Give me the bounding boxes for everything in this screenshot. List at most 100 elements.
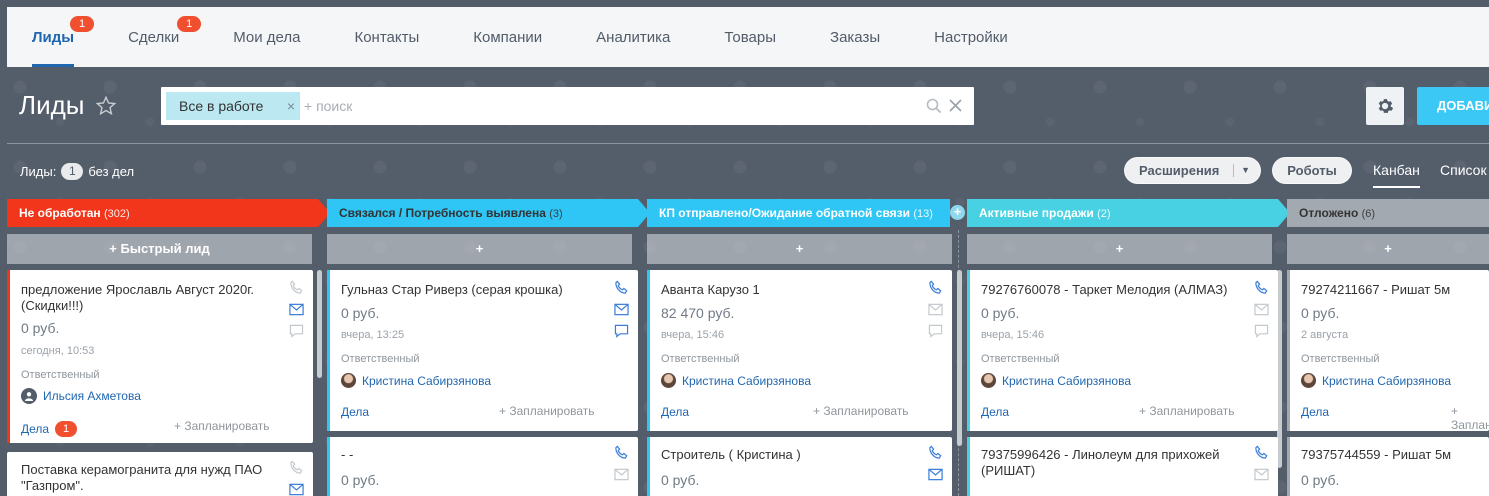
schedule-link[interactable]: + Запланировать: [1451, 404, 1489, 432]
card-title[interactable]: 79276760078 - Таркет Мелодия (АЛМАЗ): [981, 282, 1227, 298]
card-title[interactable]: предложение Ярославль Август 2020г. (Ски…: [21, 282, 271, 314]
card-title[interactable]: Аванта Карузо 1: [661, 282, 760, 298]
lead-card[interactable]: предложение Ярославль Август 2020г. (Ски…: [7, 270, 313, 443]
mail-icon[interactable]: [289, 303, 304, 316]
mail-icon[interactable]: [928, 468, 943, 481]
lead-card[interactable]: - - 0 руб.: [327, 437, 638, 496]
phone-icon[interactable]: [1254, 280, 1269, 295]
add-button[interactable]: ДОБАВИ: [1417, 87, 1489, 125]
view-kanban-tab[interactable]: Канбан: [1373, 162, 1420, 188]
responsible-user[interactable]: Ильсия Ахметова: [21, 388, 141, 404]
responsible-user[interactable]: Кристина Сабирзянова: [341, 373, 491, 388]
lead-card[interactable]: Строитель ( Кристина ) 0 руб.: [647, 437, 952, 496]
card-date: вчера, 13:25: [341, 329, 405, 341]
nav-item-my-tasks[interactable]: Мои дела: [233, 7, 300, 67]
nav-item-companies[interactable]: Компании: [473, 7, 542, 67]
card-title[interactable]: - -: [341, 447, 353, 463]
lead-card[interactable]: 79274211667 - Ришат 5м 0 руб. 2 августа …: [1287, 270, 1489, 432]
nav-label: Сделки: [128, 28, 180, 46]
card-deals[interactable]: Дела: [1301, 405, 1329, 419]
search-icon[interactable]: [926, 98, 942, 114]
nav-item-analytics[interactable]: Аналитика: [596, 7, 670, 67]
column-scrollbar[interactable]: [957, 270, 962, 446]
nav-item-deals[interactable]: Сделки 1: [128, 7, 202, 67]
robots-button[interactable]: Роботы: [1272, 157, 1352, 184]
mail-icon[interactable]: [1254, 468, 1269, 481]
phone-icon[interactable]: [928, 280, 943, 295]
card-title[interactable]: 79274211667 - Ришат 5м: [1301, 282, 1450, 298]
chat-icon[interactable]: [1254, 324, 1269, 338]
phone-icon[interactable]: [614, 445, 629, 460]
mail-icon[interactable]: [928, 303, 943, 316]
phone-icon[interactable]: [289, 280, 304, 295]
card-title[interactable]: 79375996426 - Линолеум для прихожей (РИШ…: [981, 447, 1251, 479]
responsible-user[interactable]: Кристина Сабирзянова: [981, 373, 1131, 388]
column-count: (6): [1361, 208, 1376, 220]
clear-icon[interactable]: [949, 99, 962, 112]
mail-icon[interactable]: [614, 303, 629, 316]
card-deals[interactable]: Дела: [661, 405, 689, 419]
add-card-button[interactable]: +: [1287, 234, 1489, 264]
phone-icon[interactable]: [1254, 445, 1269, 460]
lead-card[interactable]: 79375996426 - Линолеум для прихожей (РИШ…: [967, 437, 1278, 496]
lead-card[interactable]: Аванта Карузо 1 82 470 руб. вчера, 15:46…: [647, 270, 952, 431]
card-deals[interactable]: Дела: [981, 405, 1009, 419]
card-deals[interactable]: Дела 1: [21, 421, 78, 437]
card-title[interactable]: Строитель ( Кристина ): [661, 447, 801, 463]
nav-item-leads[interactable]: Лиды 1: [32, 7, 95, 67]
column-header-postponed[interactable]: Отложено (6): [1287, 199, 1489, 227]
mail-icon[interactable]: [1254, 303, 1269, 316]
chat-icon[interactable]: [928, 324, 943, 338]
phone-icon[interactable]: [614, 280, 629, 295]
add-column-plus-icon[interactable]: +: [950, 205, 965, 220]
search-placeholder[interactable]: + поиск: [304, 98, 352, 114]
responsible-user[interactable]: Кристина Сабирзянова: [1301, 373, 1451, 388]
extensions-button[interactable]: Расширения ▼: [1124, 157, 1261, 184]
nav-item-orders[interactable]: Заказы: [830, 7, 880, 67]
filter-tag[interactable]: Все в работе ×: [166, 92, 300, 120]
schedule-link[interactable]: + Запланировать: [1139, 404, 1235, 418]
nav-item-settings[interactable]: Настройки: [934, 7, 1008, 67]
column-scrollbar[interactable]: [317, 270, 322, 378]
remove-filter-icon[interactable]: ×: [287, 92, 295, 120]
card-actions: [1254, 280, 1269, 346]
nav-item-contacts[interactable]: Контакты: [354, 7, 419, 67]
mail-icon[interactable]: [289, 483, 304, 496]
responsible-user[interactable]: Кристина Сабирзянова: [661, 373, 811, 388]
schedule-link[interactable]: + Запланировать: [499, 404, 595, 418]
star-icon[interactable]: [95, 95, 117, 117]
card-title[interactable]: Поставка керамогранита для нужд ПАО "Газ…: [21, 462, 271, 494]
card-title[interactable]: 79375744559 - Ришат 5м: [1301, 447, 1451, 463]
chevron-down-icon[interactable]: ▼: [1241, 158, 1250, 183]
settings-button[interactable]: [1366, 87, 1404, 125]
extensions-label: Расширения: [1139, 163, 1220, 178]
counter-value[interactable]: 1: [61, 163, 84, 180]
schedule-link[interactable]: + Запланировать: [174, 419, 270, 433]
phone-icon[interactable]: [928, 445, 943, 460]
mail-icon[interactable]: [614, 468, 629, 481]
view-list-tab[interactable]: Список: [1440, 162, 1487, 178]
add-card-button[interactable]: +: [327, 234, 632, 264]
card-title[interactable]: Гульназ Стар Риверз (серая крошка): [341, 282, 601, 298]
lead-card[interactable]: 79375744559 - Ришат 5м 0 руб.: [1287, 437, 1489, 496]
phone-icon[interactable]: [289, 460, 304, 475]
column-header-offer[interactable]: КП отправлено/Ожидание обратной связи (1…: [647, 199, 950, 227]
lead-card[interactable]: 79276760078 - Таркет Мелодия (АЛМАЗ) 0 р…: [967, 270, 1278, 431]
column-header-new[interactable]: Не обработан (302): [7, 199, 330, 227]
add-card-button[interactable]: +: [647, 234, 952, 264]
quick-lead-button[interactable]: + Быстрый лид: [7, 234, 312, 264]
nav-item-products[interactable]: Товары: [724, 7, 776, 67]
add-card-button[interactable]: +: [967, 234, 1272, 264]
nav-label: Лиды: [32, 28, 75, 46]
header-divider: [7, 143, 1489, 144]
lead-card[interactable]: Поставка керамогранита для нужд ПАО "Газ…: [7, 452, 313, 496]
column-header-active[interactable]: Активные продажи (2): [967, 199, 1290, 227]
card-deals[interactable]: Дела: [341, 405, 369, 419]
column-title: КП отправлено/Ожидание обратной связи: [659, 206, 911, 220]
lead-card[interactable]: Гульназ Стар Риверз (серая крошка) 0 руб…: [327, 270, 638, 431]
filter-search-box[interactable]: Все в работе × + поиск: [161, 87, 974, 125]
column-header-contacted[interactable]: Связался / Потребность выявлена (3): [327, 199, 650, 227]
chat-icon[interactable]: [289, 324, 304, 338]
chat-icon[interactable]: [614, 324, 629, 338]
schedule-link[interactable]: + Запланировать: [813, 404, 909, 418]
